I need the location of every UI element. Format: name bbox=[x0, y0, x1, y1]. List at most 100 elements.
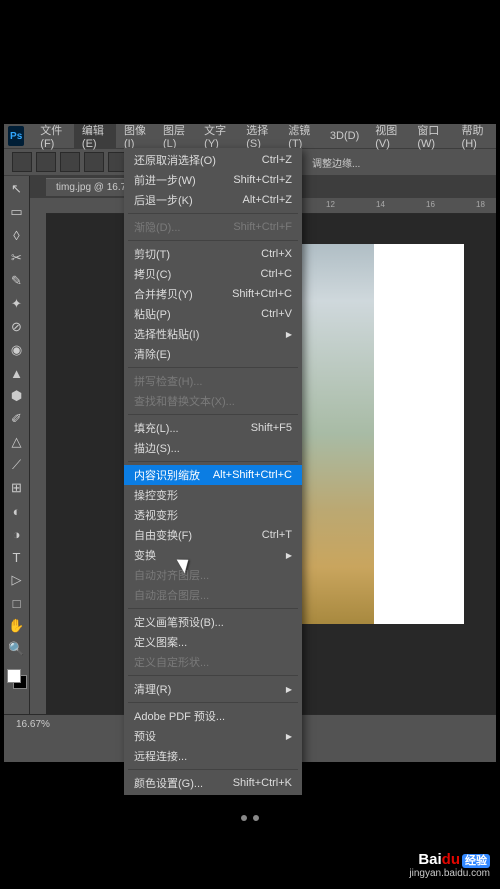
ruler-mark: 18 bbox=[476, 200, 485, 209]
watermark-url: jingyan.baidu.com bbox=[409, 868, 490, 879]
toolbar: ↖▭◊✂✎✦⊘◉▲⬢✐△⟋⊞◐◑T▷□✋🔍 bbox=[4, 176, 30, 714]
tool-19[interactable]: ✋ bbox=[6, 615, 28, 637]
opt-marquee-icon[interactable] bbox=[12, 152, 32, 172]
menu-item[interactable]: 清除(E) bbox=[124, 344, 302, 364]
menu-item[interactable]: 还原取消选择(O) Ctrl+Z bbox=[124, 150, 302, 170]
menu-separator bbox=[128, 240, 298, 241]
menu-item[interactable]: 定义图案... bbox=[124, 632, 302, 652]
menu-item-label: 拼写检查(H)... bbox=[134, 373, 202, 389]
menu-item-shortcut: Ctrl+Z bbox=[262, 154, 292, 166]
refine-edge-button[interactable]: 调整边缘... bbox=[312, 155, 360, 170]
menu-图层[interactable]: 图层(L) bbox=[155, 124, 196, 148]
menu-separator bbox=[128, 769, 298, 770]
menu-item[interactable]: 定义画笔预设(B)... bbox=[124, 612, 302, 632]
tool-14[interactable]: ◐ bbox=[6, 500, 28, 522]
menu-item[interactable]: 操控变形 bbox=[124, 485, 302, 505]
menu-item-label: 定义自定形状... bbox=[134, 654, 209, 670]
tool-17[interactable]: ▷ bbox=[6, 569, 28, 591]
menu-item[interactable]: 描边(S)... bbox=[124, 438, 302, 458]
tool-1[interactable]: ▭ bbox=[6, 201, 28, 223]
menu-item[interactable]: 粘贴(P) Ctrl+V bbox=[124, 304, 302, 324]
menu-item[interactable]: 后退一步(K) Alt+Ctrl+Z bbox=[124, 190, 302, 210]
tool-20[interactable]: 🔍 bbox=[6, 638, 28, 660]
menu-item[interactable]: Adobe PDF 预设... bbox=[124, 706, 302, 726]
menu-item[interactable]: 合并拷贝(Y) Shift+Ctrl+C bbox=[124, 284, 302, 304]
menu-item-label: 描边(S)... bbox=[134, 440, 180, 456]
tool-13[interactable]: ⊞ bbox=[6, 477, 28, 499]
menu-separator bbox=[128, 367, 298, 368]
menu-item-label: 选择性粘贴(I) bbox=[134, 326, 199, 342]
opt-mode-icon[interactable] bbox=[36, 152, 56, 172]
tool-16[interactable]: T bbox=[6, 546, 28, 568]
opt-sub-icon[interactable] bbox=[84, 152, 104, 172]
tool-7[interactable]: ◉ bbox=[6, 339, 28, 361]
menu-帮助[interactable]: 帮助(H) bbox=[454, 124, 496, 148]
menu-item[interactable]: 预设▶ bbox=[124, 726, 302, 746]
menu-item-label: 清理(R) bbox=[134, 681, 171, 697]
menu-item: 拼写检查(H)... bbox=[124, 371, 302, 391]
menu-separator bbox=[128, 461, 298, 462]
menu-item-shortcut: Ctrl+T bbox=[262, 529, 292, 541]
menu-item-label: 前进一步(W) bbox=[134, 172, 196, 188]
menu-视图[interactable]: 视图(V) bbox=[367, 124, 409, 148]
zoom-level[interactable]: 16.67% bbox=[4, 719, 62, 730]
menu-item-shortcut: Ctrl+X bbox=[261, 248, 292, 260]
slider-indicator bbox=[241, 815, 259, 821]
watermark: Baidu经验 jingyan.baidu.com bbox=[409, 851, 490, 879]
menu-选择[interactable]: 选择(S) bbox=[238, 124, 280, 148]
menu-item[interactable]: 前进一步(W)Shift+Ctrl+Z bbox=[124, 170, 302, 190]
menu-item[interactable]: 颜色设置(G)...Shift+Ctrl+K bbox=[124, 773, 302, 793]
menu-item[interactable]: 拷贝(C)Ctrl+C bbox=[124, 264, 302, 284]
menu-item: 查找和替换文本(X)... bbox=[124, 391, 302, 411]
tool-6[interactable]: ⊘ bbox=[6, 316, 28, 338]
tool-3[interactable]: ✂ bbox=[6, 247, 28, 269]
menu-item[interactable]: 透视变形 bbox=[124, 505, 302, 525]
menu-文字[interactable]: 文字(Y) bbox=[196, 124, 238, 148]
menu-item-shortcut: Alt+Shift+Ctrl+C bbox=[213, 469, 292, 481]
menu-item-label: 操控变形 bbox=[134, 487, 178, 503]
menu-item-shortcut: Shift+Ctrl+C bbox=[232, 288, 292, 300]
menu-文件[interactable]: 文件(F) bbox=[32, 124, 74, 148]
tool-18[interactable]: □ bbox=[6, 592, 28, 614]
tool-9[interactable]: ⬢ bbox=[6, 385, 28, 407]
menu-item-label: Adobe PDF 预设... bbox=[134, 708, 225, 724]
menu-item[interactable]: 远程连接... bbox=[124, 746, 302, 766]
menu-item[interactable]: 自由变换(F) Ctrl+T bbox=[124, 525, 302, 545]
menu-item-label: 后退一步(K) bbox=[134, 192, 193, 208]
menu-编辑[interactable]: 编辑(E) bbox=[74, 124, 116, 148]
menu-item-label: 自由变换(F) bbox=[134, 527, 192, 543]
menu-item[interactable]: 变换▶ bbox=[124, 545, 302, 565]
tool-11[interactable]: △ bbox=[6, 431, 28, 453]
menu-item[interactable]: 选择性粘贴(I) ▶ bbox=[124, 324, 302, 344]
menu-item-shortcut: Alt+Ctrl+Z bbox=[242, 194, 292, 206]
tool-8[interactable]: ▲ bbox=[6, 362, 28, 384]
tool-4[interactable]: ✎ bbox=[6, 270, 28, 292]
menu-item-label: 填充(L)... bbox=[134, 420, 179, 436]
menu-item-label: 合并拷贝(Y) bbox=[134, 286, 193, 302]
menu-3d[interactable]: 3D(D) bbox=[322, 124, 367, 148]
menu-item[interactable]: 清理(R)▶ bbox=[124, 679, 302, 699]
tool-15[interactable]: ◑ bbox=[6, 523, 28, 545]
menu-item[interactable]: 内容识别缩放Alt+Shift+Ctrl+C bbox=[124, 465, 302, 485]
opt-add-icon[interactable] bbox=[60, 152, 80, 172]
tool-0[interactable]: ↖ bbox=[6, 178, 28, 200]
ruler-mark: 12 bbox=[326, 200, 335, 209]
ruler-mark: 14 bbox=[376, 200, 385, 209]
tool-10[interactable]: ✐ bbox=[6, 408, 28, 430]
menu-item-label: 剪切(T) bbox=[134, 246, 170, 262]
menu-item[interactable]: 剪切(T) Ctrl+X bbox=[124, 244, 302, 264]
menu-item-label: 还原取消选择(O) bbox=[134, 152, 216, 168]
submenu-arrow-icon: ▶ bbox=[286, 330, 292, 339]
menu-窗口[interactable]: 窗口(W) bbox=[409, 124, 453, 148]
menu-item-label: 拷贝(C) bbox=[134, 266, 171, 282]
color-swatches[interactable] bbox=[7, 669, 27, 689]
menu-图像[interactable]: 图像(I) bbox=[116, 124, 155, 148]
tool-12[interactable]: ⟋ bbox=[6, 454, 28, 476]
tool-2[interactable]: ◊ bbox=[6, 224, 28, 246]
menu-item-shortcut: Ctrl+V bbox=[261, 308, 292, 320]
menu-item-label: 自动对齐图层... bbox=[134, 567, 209, 583]
menu-item[interactable]: 填充(L)...Shift+F5 bbox=[124, 418, 302, 438]
tool-5[interactable]: ✦ bbox=[6, 293, 28, 315]
menu-滤镜[interactable]: 滤镜(T) bbox=[280, 124, 322, 148]
menu-item-label: 粘贴(P) bbox=[134, 306, 171, 322]
